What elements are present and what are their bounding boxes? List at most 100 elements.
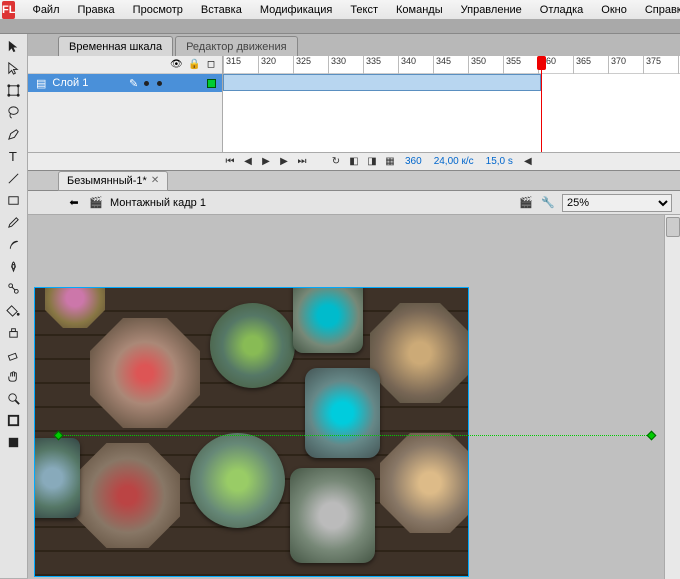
subselect-tool[interactable]: [3, 58, 25, 79]
ruler-tick: 335: [363, 56, 381, 74]
layer-name: Слой 1: [52, 77, 88, 89]
lock-icon[interactable]: 🔒: [188, 59, 198, 70]
ruler-tick: 350: [468, 56, 486, 74]
timeline-tabs: Временная шкала Редактор движения: [28, 34, 680, 56]
selection-tool[interactable]: [3, 36, 25, 57]
menu-help[interactable]: Справка: [636, 2, 680, 18]
eye-icon[interactable]: 👁: [170, 59, 180, 70]
pen-tool[interactable]: [3, 124, 25, 145]
stroke-color[interactable]: [3, 410, 25, 431]
timeline-footer: ⏮ ◀ ▶ ▶ ⏭ ↻ ◧ ◨ ▦ 360 24,00 к/с 15,0 s ◀: [28, 152, 680, 170]
tool-strip: [0, 20, 680, 34]
eraser-tool[interactable]: [3, 344, 25, 365]
layer-row-1[interactable]: ▤ Слой 1 ✎: [28, 74, 222, 92]
layer-header: 👁 🔒 ◻: [28, 56, 222, 74]
edit-symbol-icon[interactable]: 🔧: [540, 195, 556, 211]
rectangle-tool[interactable]: [3, 190, 25, 211]
line-tool[interactable]: [3, 168, 25, 189]
ruler-tick: 325: [293, 56, 311, 74]
ruler-tick: 355: [503, 56, 521, 74]
hand-tool[interactable]: [3, 366, 25, 387]
layer-color-swatch[interactable]: [207, 79, 216, 88]
tab-timeline[interactable]: Временная шкала: [58, 36, 173, 56]
scene-icon: 🎬: [88, 195, 104, 211]
vertical-scrollbar[interactable]: [664, 215, 680, 579]
paint-bucket-tool[interactable]: [3, 300, 25, 321]
tween-span[interactable]: [223, 74, 541, 91]
timeline-panel: Временная шкала Редактор движения 👁 🔒 ◻ …: [28, 34, 680, 171]
free-transform-tool[interactable]: [3, 80, 25, 101]
toolbox: T: [0, 34, 28, 578]
stage-image[interactable]: [34, 287, 469, 577]
ruler-tick: 320: [258, 56, 276, 74]
document-tab-label: Безымянный-1*: [67, 175, 147, 187]
menu-view[interactable]: Просмотр: [124, 2, 192, 18]
scene-name: Монтажный кадр 1: [110, 197, 206, 209]
close-icon[interactable]: ✕: [151, 175, 159, 186]
fill-color[interactable]: [3, 432, 25, 453]
app-logo: FL: [2, 1, 15, 19]
step-fwd-icon[interactable]: ▶: [277, 155, 291, 169]
menu-control[interactable]: Управление: [452, 2, 531, 18]
deco-tool[interactable]: [3, 256, 25, 277]
outline-icon[interactable]: ◻: [206, 59, 216, 70]
play-icon[interactable]: ▶: [259, 155, 273, 169]
workspace: [0, 215, 680, 579]
playhead[interactable]: [541, 56, 542, 152]
ruler-tick: 365: [573, 56, 591, 74]
step-back-icon[interactable]: ◀: [241, 155, 255, 169]
timeline-ruler[interactable]: 315 320 325 330 335 340 345 350 355 360 …: [223, 56, 680, 74]
edit-scene-icon[interactable]: 🎬: [518, 195, 534, 211]
ink-bottle-tool[interactable]: [3, 322, 25, 343]
loop-icon[interactable]: ↻: [329, 155, 343, 169]
menu-modify[interactable]: Модификация: [251, 2, 342, 18]
fps-value[interactable]: 24,00 к/с: [430, 156, 478, 167]
svg-text:T: T: [9, 149, 17, 164]
menu-insert[interactable]: Вставка: [192, 2, 251, 18]
tab-motion-editor[interactable]: Редактор движения: [175, 36, 297, 56]
timeline-body: 👁 🔒 ◻ ▤ Слой 1 ✎ 315 320 325 330 335 340…: [28, 56, 680, 152]
menu-debug[interactable]: Отладка: [531, 2, 592, 18]
ruler-tick: 345: [433, 56, 451, 74]
menu-bar: FL Файл Правка Просмотр Вставка Модифика…: [0, 0, 680, 20]
lasso-tool[interactable]: [3, 102, 25, 123]
menu-window[interactable]: Окно: [592, 2, 636, 18]
motion-path[interactable]: [58, 435, 653, 436]
current-frame-value[interactable]: 360: [401, 156, 426, 167]
menu-text[interactable]: Текст: [341, 2, 387, 18]
zoom-tool[interactable]: [3, 388, 25, 409]
ruler-tick: 315: [223, 56, 241, 74]
onion-outline-icon[interactable]: ◨: [365, 155, 379, 169]
ruler-tick: 330: [328, 56, 346, 74]
layer-column: 👁 🔒 ◻ ▤ Слой 1 ✎: [28, 56, 223, 152]
ruler-tick: 375: [643, 56, 661, 74]
menu-edit[interactable]: Правка: [69, 2, 124, 18]
back-arrow-icon[interactable]: ⬅: [66, 195, 82, 211]
document-tab[interactable]: Безымянный-1* ✕: [58, 171, 168, 191]
document-tabs: Безымянный-1* ✕: [28, 171, 680, 191]
stage[interactable]: [28, 215, 680, 579]
text-tool[interactable]: T: [3, 146, 25, 167]
scrollbar-thumb[interactable]: [666, 217, 680, 237]
pencil-tool[interactable]: [3, 212, 25, 233]
onion-skin-icon[interactable]: ◧: [347, 155, 361, 169]
elapsed-time-value: 15,0 s: [482, 156, 517, 167]
edit-multiple-icon[interactable]: ▦: [383, 155, 397, 169]
frames-track[interactable]: [223, 74, 680, 92]
frames-column[interactable]: 315 320 325 330 335 340 345 350 355 360 …: [223, 56, 680, 152]
menu-file[interactable]: Файл: [23, 2, 68, 18]
ruler-tick: 370: [608, 56, 626, 74]
goto-last-icon[interactable]: ⏭: [295, 155, 309, 169]
layer-icon: ▤: [36, 77, 46, 90]
bone-tool[interactable]: [3, 278, 25, 299]
brush-tool[interactable]: [3, 234, 25, 255]
goto-first-icon[interactable]: ⏮: [223, 155, 237, 169]
motion-handle-end[interactable]: [647, 431, 657, 441]
edit-bar: ⬅ 🎬 Монтажный кадр 1 🎬 🔧 25%: [28, 191, 680, 215]
scroll-left-icon[interactable]: ◀: [521, 155, 535, 169]
playhead-marker[interactable]: [537, 56, 546, 70]
zoom-select[interactable]: 25%: [562, 194, 672, 212]
pencil-icon: ✎: [129, 77, 138, 90]
menu-commands[interactable]: Команды: [387, 2, 452, 18]
ruler-tick: 340: [398, 56, 416, 74]
